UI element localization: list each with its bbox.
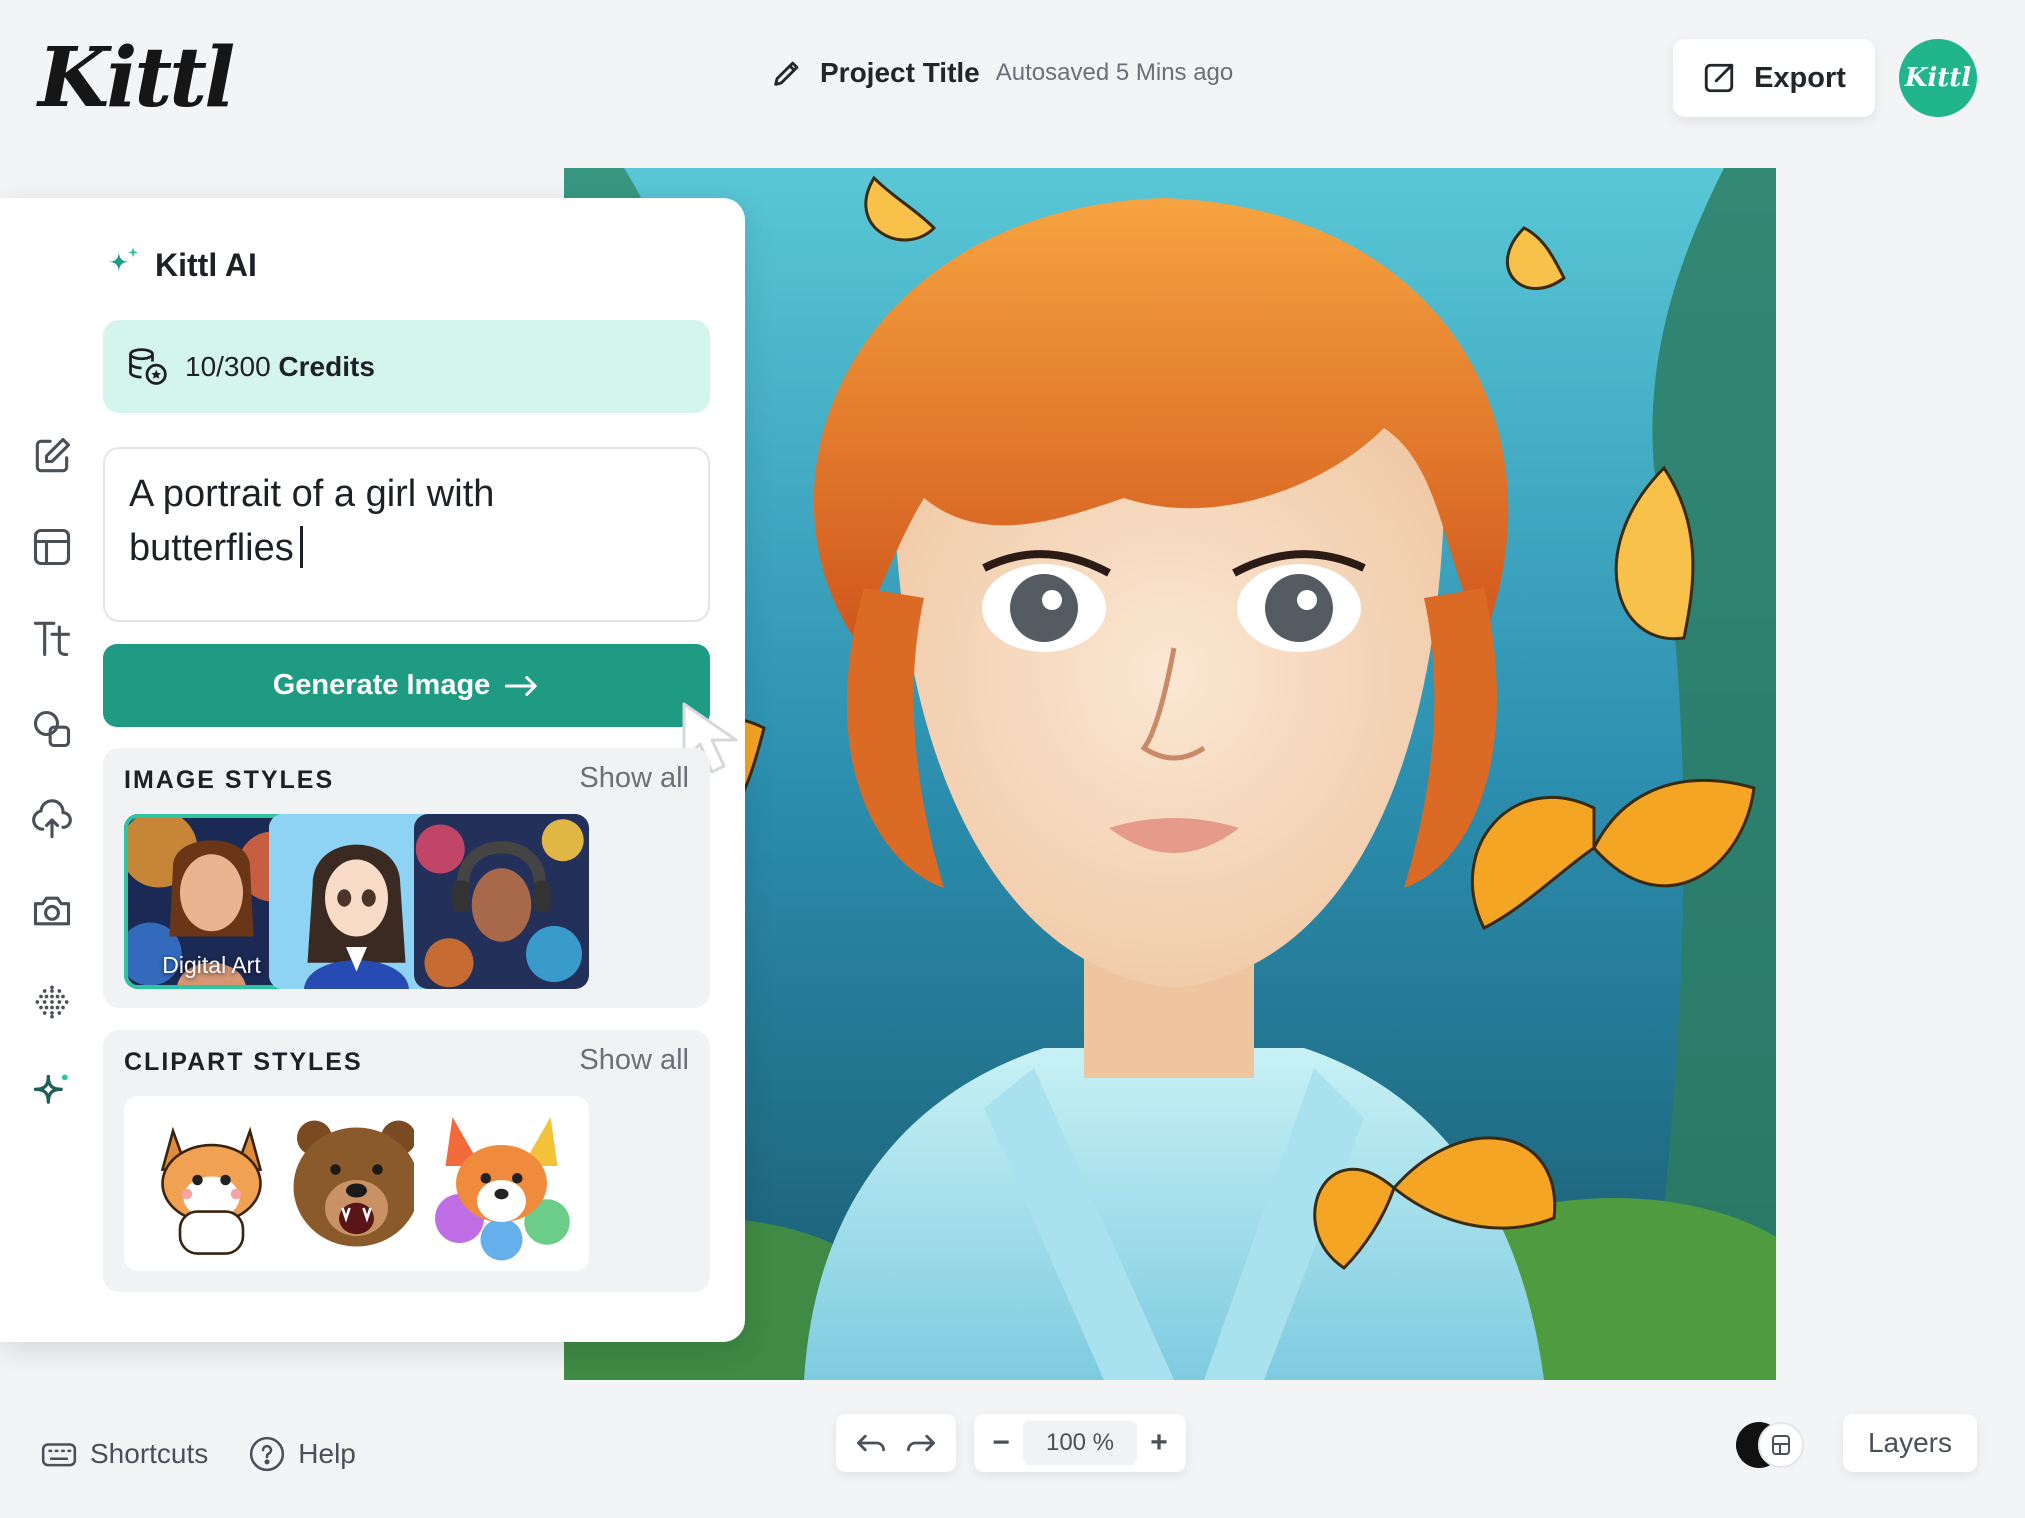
generate-label: Generate Image xyxy=(272,669,491,701)
text-tool[interactable] xyxy=(28,614,76,662)
autosave-status: Autosaved 5 Mins ago xyxy=(995,59,1234,86)
keyboard-icon xyxy=(41,1443,77,1467)
edit-icon xyxy=(35,437,71,473)
templates-icon xyxy=(33,528,71,566)
image-styles-section: IMAGE STYLES Show all Digital Art xyxy=(103,748,710,1008)
arrow-right-icon xyxy=(505,675,537,696)
zoom-controls: − 100 % + xyxy=(836,1414,1186,1472)
project-header: Project Title Autosaved 5 Mins ago xyxy=(770,56,1233,90)
prompt-line-1: A portrait of a girl with xyxy=(129,473,495,515)
coins-icon xyxy=(129,347,167,385)
templates-tool[interactable] xyxy=(28,523,76,571)
help-icon xyxy=(250,1436,285,1472)
theme-toggle-icon[interactable] xyxy=(1734,1420,1806,1470)
shapes-tool[interactable] xyxy=(28,705,76,753)
camera-tool[interactable] xyxy=(28,887,76,935)
credits-text: 10/300 Credits xyxy=(185,350,375,382)
zoom-value[interactable]: 100 % xyxy=(1023,1421,1137,1465)
history-controls xyxy=(836,1414,956,1472)
pattern-icon xyxy=(35,985,69,1019)
shortcuts-label: Shortcuts xyxy=(90,1438,209,1469)
credits-badge: 10/300 Credits xyxy=(103,320,710,413)
colorful-thumbnail xyxy=(414,814,589,989)
shapes-icon xyxy=(33,710,71,748)
text-caret xyxy=(299,526,303,568)
zoom-group: − 100 % + xyxy=(974,1414,1186,1472)
export-icon xyxy=(1704,63,1734,93)
image-styles-show-all[interactable]: Show all xyxy=(579,762,689,795)
edit-tool[interactable] xyxy=(28,432,76,480)
ai-sparkle-icon xyxy=(33,1074,68,1104)
avatar[interactable]: Kittl xyxy=(1899,39,1977,117)
help-button[interactable]: Help xyxy=(248,1435,356,1473)
kittl-logo[interactable]: Kittl xyxy=(38,30,235,126)
layers-button[interactable]: Layers xyxy=(1843,1414,1977,1472)
ai-sparkle-icon xyxy=(107,247,138,273)
pattern-tool[interactable] xyxy=(28,978,76,1026)
project-title[interactable]: Project Title xyxy=(820,57,980,89)
clipart-styles-title: CLIPART STYLES xyxy=(124,1048,363,1076)
zoom-out-button[interactable]: − xyxy=(986,1426,1016,1460)
generate-image-button[interactable]: Generate Image xyxy=(103,644,710,727)
pencil-icon[interactable] xyxy=(770,56,804,90)
style-colorful[interactable] xyxy=(414,814,589,989)
ai-tool[interactable] xyxy=(28,1069,76,1117)
export-label: Export xyxy=(1754,61,1846,94)
shortcuts-button[interactable]: Shortcuts xyxy=(40,1435,208,1473)
undo-icon[interactable] xyxy=(855,1429,887,1457)
clipart-styles-show-all[interactable]: Show all xyxy=(579,1044,689,1077)
text-icon xyxy=(33,621,71,657)
zoom-in-button[interactable]: + xyxy=(1144,1426,1174,1460)
ai-panel-header: Kittl AI xyxy=(103,246,257,284)
colorful-corgi-thumbnail xyxy=(414,1096,589,1271)
clipart-styles-section: CLIPART STYLES Show all xyxy=(103,1030,710,1292)
help-label: Help xyxy=(298,1438,356,1469)
clipart-corgi-colorful[interactable] xyxy=(414,1096,589,1271)
prompt-input[interactable]: A portrait of a girl with butterflies xyxy=(103,447,710,622)
upload-tool[interactable] xyxy=(28,796,76,844)
camera-icon xyxy=(33,896,71,926)
ai-panel-title: Kittl AI xyxy=(155,246,257,283)
prompt-line-2: butterflies xyxy=(129,521,684,575)
footer-left: Shortcuts Help xyxy=(40,1435,356,1473)
export-button[interactable]: Export xyxy=(1673,39,1875,117)
image-styles-title: IMAGE STYLES xyxy=(124,766,335,794)
redo-icon[interactable] xyxy=(905,1429,937,1457)
upload-icon xyxy=(32,799,72,839)
